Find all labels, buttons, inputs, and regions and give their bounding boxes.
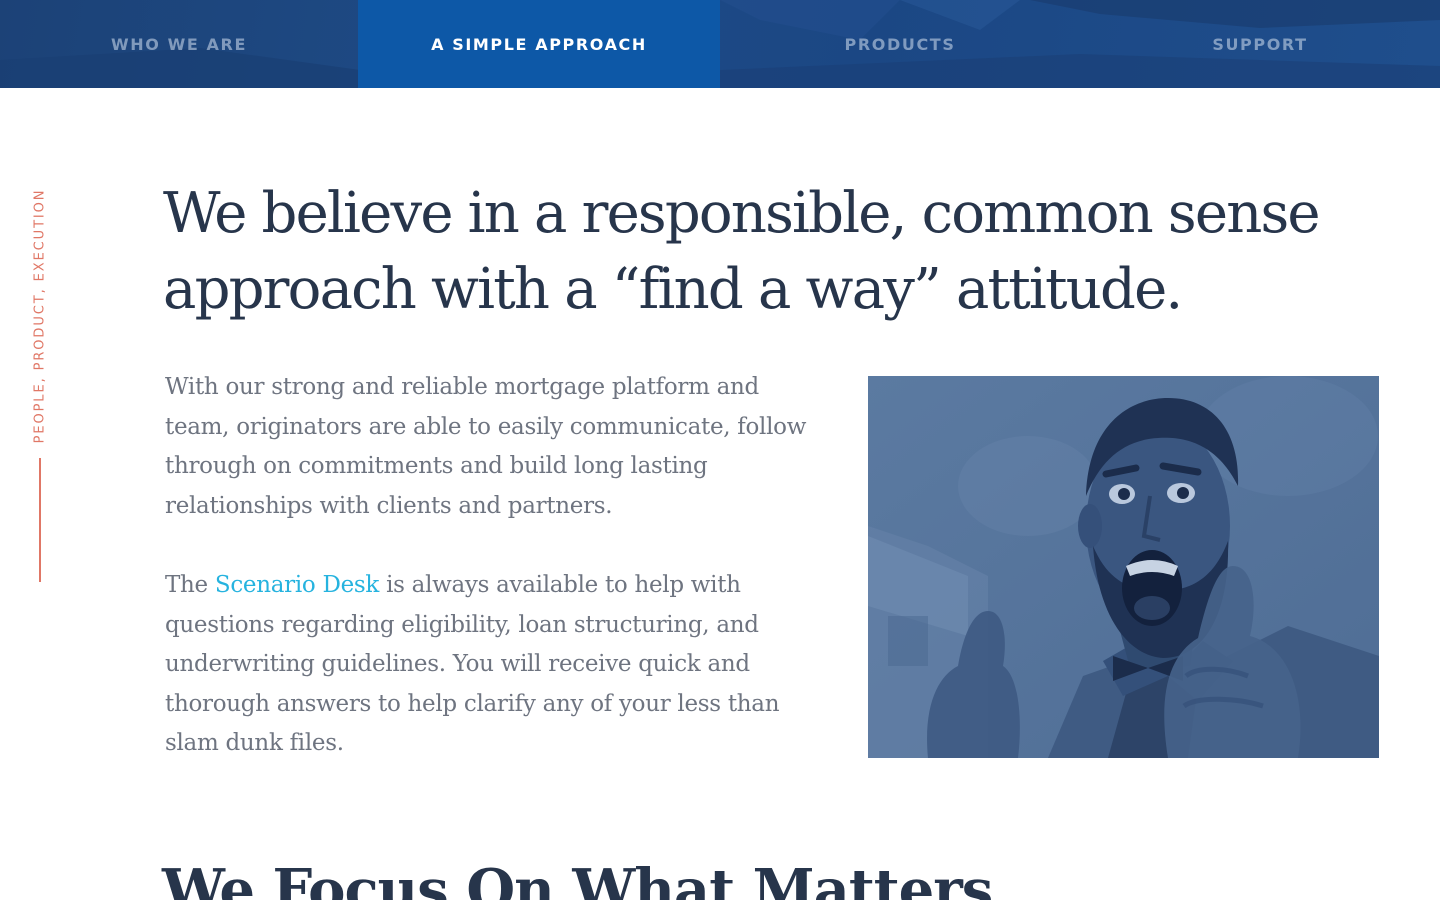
nav-who-we-are[interactable]: WHO WE ARE (0, 0, 358, 88)
side-section-label: PEOPLE, PRODUCT, EXECUTION (32, 188, 48, 444)
nav-support[interactable]: SUPPORT (1080, 0, 1440, 88)
photo-illustration (868, 376, 1379, 758)
nav-products[interactable]: PRODUCTS (720, 0, 1080, 88)
paragraph-prefix: The (165, 572, 215, 598)
intro-paragraph: With our strong and reliable mortgage pl… (165, 374, 807, 519)
scenario-desk-paragraph: The Scenario Desk is always available to… (165, 566, 815, 764)
paragraph-suffix: is always available to help with questio… (165, 572, 780, 756)
page-headline: We believe in a responsible, common sens… (163, 181, 1321, 322)
hero-photo-excited-man (868, 376, 1379, 758)
scenario-desk-link[interactable]: Scenario Desk (215, 572, 379, 598)
section-heading: We Focus On What Matters (162, 857, 993, 900)
side-accent-line (39, 458, 41, 582)
top-navigation: WHO WE ARE A SIMPLE APPROACH PRODUCTS SU… (0, 0, 1440, 88)
nav-a-simple-approach[interactable]: A SIMPLE APPROACH (358, 0, 720, 88)
